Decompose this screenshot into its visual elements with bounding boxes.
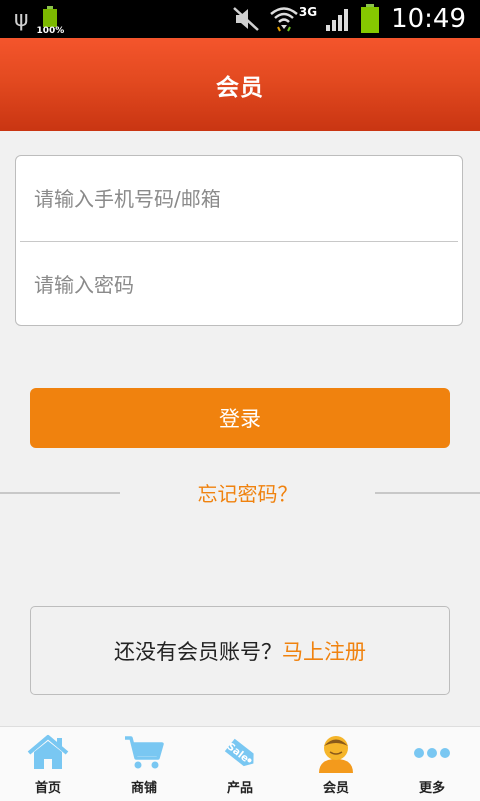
status-right: 3G 10:49 [231,2,466,36]
nav-item-products[interactable]: Sale 产品 [192,727,288,801]
divider-line-right [375,492,480,494]
home-icon [27,735,69,769]
cart-icon [125,736,164,769]
mute-icon [233,7,259,31]
network-type: 3G [298,5,318,19]
register-link[interactable]: 马上注册 [282,636,366,666]
nav-item-more[interactable]: 更多 [384,727,480,801]
nav-item-home[interactable]: 首页 [0,727,96,801]
battery-icon: 100% [37,6,64,36]
nav-label: 产品 [226,781,253,796]
member-avatar-icon [319,736,353,773]
wifi-icon [270,7,298,32]
usb-icon: ψ [14,7,29,32]
register-box: 还没有会员账号？ 马上注册 [30,606,450,695]
status-left: ψ 100% [14,6,64,36]
phone-email-input[interactable] [16,156,462,241]
sale-tag-icon: Sale [225,738,254,767]
signal-icon [326,9,349,31]
battery-percent: 100% [36,26,65,36]
login-button[interactable]: 登录 [30,388,450,448]
battery-icon [361,4,380,34]
login-form [15,155,463,327]
forgot-password-link[interactable]: 忘记密码？ [120,478,375,507]
nav-label: 更多 [418,781,445,796]
nav-item-shop[interactable]: 商铺 [96,727,192,801]
register-question: 还没有会员账号？ [114,639,282,664]
page-title: 会员 [216,74,264,101]
nav-item-member[interactable]: 会员 [288,727,384,801]
status-bar: ψ 100% 3G 10:49 [0,0,480,38]
more-dots-icon [414,748,450,758]
nav-label: 会员 [322,781,349,796]
bottom-nav: 首页 商铺 Sale 产品 会员 更多 [0,726,480,801]
page-header: 会员 [0,38,480,131]
nav-label: 首页 [34,781,61,796]
nav-label: 商铺 [130,781,157,796]
divider-line-left [0,492,120,494]
password-input[interactable] [16,242,462,327]
clock: 10:49 [391,4,466,34]
